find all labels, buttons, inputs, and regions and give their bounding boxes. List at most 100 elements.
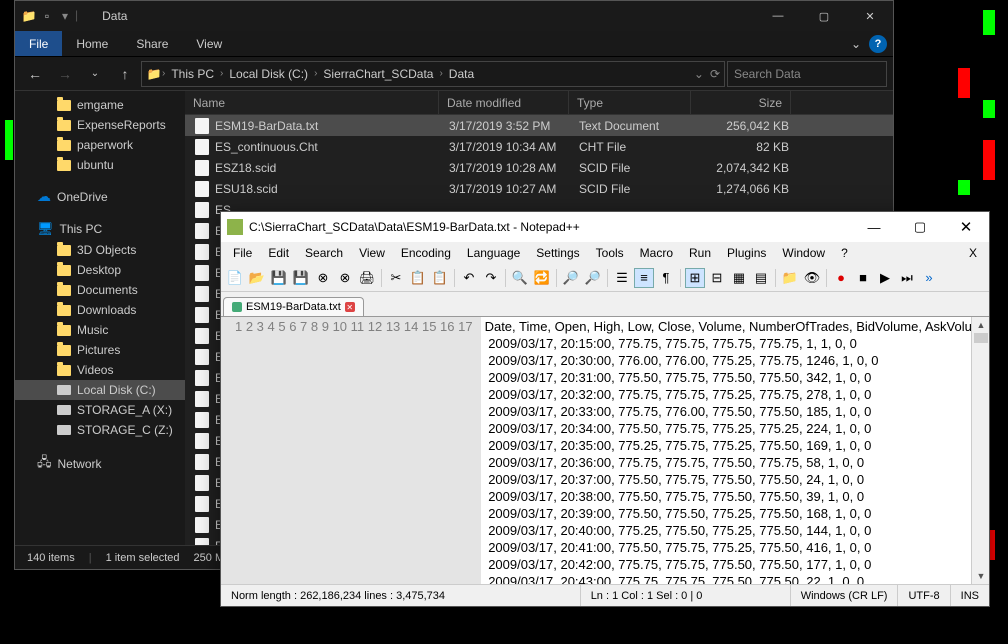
open-file-icon[interactable]: 📂 (247, 268, 267, 288)
find-icon[interactable]: 🔍 (510, 268, 530, 288)
minimize-button[interactable]: — (755, 1, 801, 31)
qat-icon[interactable]: ▫ (39, 8, 55, 24)
nav-up[interactable]: ↑ (111, 60, 139, 88)
nav-back[interactable]: ← (21, 60, 49, 88)
tree-item[interactable]: ExpenseReports (15, 115, 185, 135)
tree-item[interactable]: Music (15, 320, 185, 340)
play-macro-icon[interactable]: ▶ (875, 268, 895, 288)
menu-tools[interactable]: Tools (588, 244, 632, 262)
menu-?[interactable]: ? (833, 244, 856, 262)
close-button[interactable]: ✕ (847, 1, 893, 31)
tree-item[interactable]: ubuntu (15, 155, 185, 175)
close-file-icon[interactable]: ⊗ (313, 268, 333, 288)
tree-item[interactable]: 3D Objects (15, 240, 185, 260)
maximize-button[interactable]: ▢ (897, 212, 943, 242)
replace-icon[interactable]: 🔁 (532, 268, 552, 288)
file-row[interactable]: ESM19-BarData.txt 3/17/2019 3:52 PMText … (185, 115, 893, 136)
print-icon[interactable]: 🖨 (357, 268, 377, 288)
show-chars-icon[interactable]: ¶ (656, 268, 676, 288)
undo-icon[interactable]: ↶ (459, 268, 479, 288)
menu-plugins[interactable]: Plugins (719, 244, 774, 262)
tree-thispc[interactable]: 🖥This PC (15, 218, 185, 240)
tree-item[interactable]: Local Disk (C:) (15, 380, 185, 400)
ribbon-file[interactable]: File (15, 31, 62, 56)
vertical-scrollbar[interactable]: ▲ ▼ (971, 317, 989, 584)
tree-onedrive[interactable]: ☁OneDrive (15, 185, 185, 208)
tree-item[interactable]: Pictures (15, 340, 185, 360)
run-macro-multi-icon[interactable]: ⏭ (897, 268, 917, 288)
zoom-out-icon[interactable]: 🔎 (583, 268, 603, 288)
tree-item[interactable]: paperwork (15, 135, 185, 155)
menu-settings[interactable]: Settings (528, 244, 587, 262)
toolbar-overflow-icon[interactable]: » (919, 268, 939, 288)
nav-recent-dropdown[interactable]: ⌄ (81, 60, 109, 88)
npp-titlebar[interactable]: C:\SierraChart_SCData\Data\ESM19-BarData… (221, 212, 989, 242)
menu-edit[interactable]: Edit (260, 244, 297, 262)
breadcrumb[interactable]: This PC (165, 67, 220, 81)
copy-icon[interactable]: 📋 (408, 268, 428, 288)
breadcrumb[interactable]: Local Disk (C:) (223, 67, 314, 81)
close-all-icon[interactable]: ⊗ (335, 268, 355, 288)
save-all-icon[interactable]: 💾 (291, 268, 311, 288)
tab-close-icon[interactable]: ✕ (345, 302, 355, 312)
menu-view[interactable]: View (351, 244, 393, 262)
scroll-up-arrow[interactable]: ▲ (972, 317, 989, 333)
function-list-icon[interactable]: ▤ (751, 268, 771, 288)
ribbon-view[interactable]: View (182, 37, 236, 51)
address-dropdown-icon[interactable]: ⌄ (694, 67, 704, 81)
close-button[interactable]: ✕ (943, 212, 989, 242)
scroll-down-arrow[interactable]: ▼ (972, 568, 989, 584)
col-type[interactable]: Type (569, 91, 691, 114)
save-icon[interactable]: 💾 (269, 268, 289, 288)
col-date[interactable]: Date modified (439, 91, 569, 114)
menu-window[interactable]: Window (774, 244, 833, 262)
wrap-icon[interactable]: ≡ (634, 268, 654, 288)
tree-network[interactable]: 🖧Network (15, 450, 185, 478)
editor-area[interactable]: 1 2 3 4 5 6 7 8 9 10 11 12 13 14 15 16 1… (221, 316, 989, 584)
refresh-icon[interactable]: ⟳ (710, 67, 720, 81)
tree-item[interactable]: Documents (15, 280, 185, 300)
col-size[interactable]: Size (691, 91, 791, 114)
minimize-button[interactable]: — (851, 212, 897, 242)
address-bar[interactable]: 📁 › This PC› Local Disk (C:)› SierraChar… (141, 61, 725, 87)
menu-encoding[interactable]: Encoding (393, 244, 459, 262)
text-content[interactable]: Date, Time, Open, High, Low, Close, Volu… (481, 317, 989, 584)
tree-item[interactable]: STORAGE_A (X:) (15, 400, 185, 420)
indent-guide-icon[interactable]: ⊞ (685, 268, 705, 288)
qat-chevron[interactable]: ▾ (57, 8, 73, 24)
redo-icon[interactable]: ↷ (481, 268, 501, 288)
ribbon-home[interactable]: Home (62, 37, 122, 51)
tree-item[interactable]: Downloads (15, 300, 185, 320)
menu-file[interactable]: File (225, 244, 260, 262)
breadcrumb[interactable]: Data (443, 67, 480, 81)
explorer-titlebar[interactable]: 📁 ▫ ▾ | Data — ▢ ✕ (15, 1, 893, 31)
ribbon-expand-icon[interactable]: ⌄ (851, 37, 861, 51)
help-button[interactable]: ? (869, 35, 887, 53)
file-row[interactable]: ES_continuous.Cht 3/17/2019 10:34 AMCHT … (185, 136, 893, 157)
folder-margin-icon[interactable]: ⊟ (707, 268, 727, 288)
scrollbar-thumb[interactable] (974, 333, 988, 343)
monitor-icon[interactable]: 👁 (802, 268, 822, 288)
npp-menu-close-x[interactable]: X (961, 244, 985, 262)
col-name[interactable]: Name (185, 91, 439, 114)
search-input[interactable]: Search Data (727, 61, 887, 87)
sync-scroll-icon[interactable]: ☰ (612, 268, 632, 288)
record-macro-icon[interactable]: ● (831, 268, 851, 288)
menu-language[interactable]: Language (459, 244, 528, 262)
menu-search[interactable]: Search (297, 244, 351, 262)
zoom-in-icon[interactable]: 🔎 (561, 268, 581, 288)
stop-macro-icon[interactable]: ■ (853, 268, 873, 288)
cut-icon[interactable]: ✂ (386, 268, 406, 288)
file-row[interactable]: ESU18.scid 3/17/2019 10:27 AMSCID File1,… (185, 178, 893, 199)
tree-item[interactable]: Videos (15, 360, 185, 380)
tree-item[interactable]: Desktop (15, 260, 185, 280)
tree-item[interactable]: emgame (15, 95, 185, 115)
breadcrumb[interactable]: SierraChart_SCData (317, 67, 439, 81)
menu-run[interactable]: Run (681, 244, 719, 262)
file-tab[interactable]: ESM19-BarData.txt ✕ (223, 297, 364, 316)
folder-panel-icon[interactable]: 📁 (780, 268, 800, 288)
paste-icon[interactable]: 📋 (430, 268, 450, 288)
doc-map-icon[interactable]: ▦ (729, 268, 749, 288)
file-row[interactable]: ESZ18.scid 3/17/2019 10:28 AMSCID File2,… (185, 157, 893, 178)
menu-macro[interactable]: Macro (632, 244, 681, 262)
